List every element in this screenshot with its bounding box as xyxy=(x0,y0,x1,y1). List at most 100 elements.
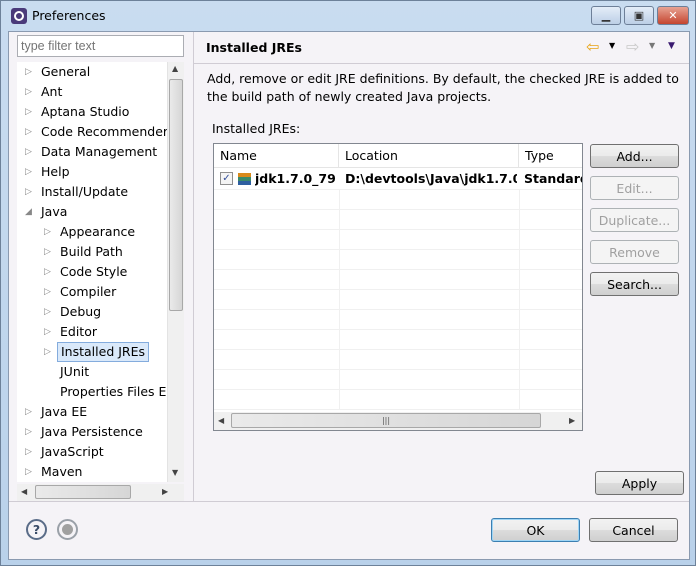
scroll-down-icon[interactable]: ▼ xyxy=(172,468,178,477)
tree-item[interactable]: Java xyxy=(41,202,67,222)
collapsed-twisty-icon[interactable]: ▷ xyxy=(25,87,32,97)
collapsed-twisty-icon[interactable]: ▷ xyxy=(44,247,51,257)
tree-vscroll-thumb[interactable] xyxy=(169,79,183,311)
maximize-button[interactable]: ▣ xyxy=(624,6,654,25)
back-arrow-icon[interactable]: ⇦ xyxy=(586,37,599,56)
tree-item[interactable]: General xyxy=(41,62,90,82)
tree-item[interactable]: Java Persistence xyxy=(41,422,143,442)
footer-separator xyxy=(9,501,689,502)
tree-item[interactable]: Code Recommenders xyxy=(41,122,175,142)
collapsed-twisty-icon[interactable]: ▷ xyxy=(44,307,51,317)
empty-table-row xyxy=(214,230,582,250)
preference-tree: ▷ General ▷ Ant ▷ Aptana Studio ▷ Code Recommen… xyxy=(17,62,184,482)
collapsed-twisty-icon[interactable]: ▷ xyxy=(44,287,51,297)
forward-arrow-icon[interactable]: ⇨ xyxy=(626,37,639,56)
tree-item[interactable]: Data Management xyxy=(41,142,157,162)
tree-item[interactable]: JUnit xyxy=(60,362,89,382)
empty-table-row xyxy=(214,290,582,310)
minimize-button[interactable]: ▁ xyxy=(591,6,621,25)
column-header-type[interactable]: Type xyxy=(519,144,582,168)
empty-table-row xyxy=(214,190,582,210)
column-header-location[interactable]: Location xyxy=(339,144,519,168)
page-description: Add, remove or edit JRE definitions. By … xyxy=(207,71,679,104)
duplicate-button[interactable]: Duplicate... xyxy=(590,208,679,232)
expanded-twisty-icon[interactable]: ◢ xyxy=(25,207,32,217)
tree-item[interactable]: Build Path xyxy=(60,242,123,262)
header-separator xyxy=(194,63,689,64)
tree-hscroll-thumb[interactable] xyxy=(35,485,131,499)
forward-dropdown-icon[interactable]: ▼ xyxy=(649,41,655,50)
add-button[interactable]: Add... xyxy=(590,144,679,168)
collapsed-twisty-icon[interactable]: ▷ xyxy=(25,427,32,437)
tree-item[interactable]: Code Style xyxy=(60,262,127,282)
empty-table-row xyxy=(214,270,582,290)
empty-table-row xyxy=(214,390,582,410)
table-label: Installed JREs: xyxy=(212,121,301,136)
tree-item[interactable]: Appearance xyxy=(60,222,135,242)
back-dropdown-icon[interactable]: ▼ xyxy=(609,41,615,50)
collapsed-twisty-icon[interactable]: ▷ xyxy=(44,267,51,277)
jre-location: D:\devtools\Java\jdk1.7.0... xyxy=(345,171,517,186)
collapsed-twisty-icon[interactable]: ▷ xyxy=(25,67,32,77)
table-horizontal-scrollbar[interactable]: ◀ ||| ▶ xyxy=(214,412,582,430)
tree-item[interactable]: Installed JREs xyxy=(57,342,150,362)
title-bar: Preferences ▁ ▣ ✕ xyxy=(1,1,695,31)
tree-item[interactable]: Compiler xyxy=(60,282,116,302)
tree-horizontal-scrollbar[interactable]: ◀ ▶ xyxy=(17,484,184,501)
tree-item[interactable]: Aptana Studio xyxy=(41,102,129,122)
remove-button[interactable]: Remove xyxy=(590,240,679,264)
preferences-window: Preferences ▁ ▣ ✕ ▷ General ▷ Ant ▷ Aptana St… xyxy=(0,0,696,566)
tree-item[interactable]: JavaScript xyxy=(41,442,104,462)
scroll-left-icon[interactable]: ◀ xyxy=(21,487,27,496)
tree-item[interactable]: Ant xyxy=(41,82,62,102)
scroll-left-icon[interactable]: ◀ xyxy=(218,416,224,425)
tree-item[interactable]: Help xyxy=(41,162,70,182)
table-hscroll-thumb[interactable]: ||| xyxy=(231,413,541,428)
collapsed-twisty-icon[interactable]: ▷ xyxy=(25,167,32,177)
scroll-up-icon[interactable]: ▲ xyxy=(172,64,178,73)
collapsed-twisty-icon[interactable]: ▷ xyxy=(25,187,32,197)
search-button[interactable]: Search... xyxy=(590,272,679,296)
collapsed-twisty-icon[interactable]: ▷ xyxy=(44,327,51,337)
tree-item[interactable]: Properties Files Ed xyxy=(60,382,174,402)
jre-library-icon xyxy=(238,173,251,185)
empty-table-row xyxy=(214,370,582,390)
tree-item[interactable]: Java EE xyxy=(41,402,87,422)
tree-item[interactable]: Maven xyxy=(41,462,82,482)
import-export-icon[interactable] xyxy=(57,519,78,540)
ok-button[interactable]: OK xyxy=(491,518,580,542)
tree-item[interactable]: Editor xyxy=(60,322,97,342)
column-header-name[interactable]: Name xyxy=(214,144,339,168)
table-row[interactable]: ✓ jdk1.7.0_79 ... D:\devtools\Java\jdk1.… xyxy=(214,168,582,190)
view-menu-icon[interactable]: ▼ xyxy=(668,41,675,51)
collapsed-twisty-icon[interactable]: ▷ xyxy=(44,227,51,237)
edit-button[interactable]: Edit... xyxy=(590,176,679,200)
help-icon[interactable]: ? xyxy=(26,519,47,540)
scroll-right-icon[interactable]: ▶ xyxy=(162,487,168,496)
apply-button[interactable]: Apply xyxy=(595,471,684,495)
empty-table-row xyxy=(214,250,582,270)
dialog-body: ▷ General ▷ Ant ▷ Aptana Studio ▷ Code Recommen… xyxy=(8,31,690,560)
collapsed-twisty-icon[interactable]: ▷ xyxy=(25,447,32,457)
eclipse-app-icon xyxy=(11,8,27,24)
tree-item[interactable]: Install/Update xyxy=(41,182,128,202)
page-title: Installed JREs xyxy=(206,40,303,55)
collapsed-twisty-icon[interactable]: ▷ xyxy=(25,467,32,477)
filter-input[interactable] xyxy=(17,35,184,57)
tree-item[interactable]: Debug xyxy=(60,302,101,322)
collapsed-twisty-icon[interactable]: ▷ xyxy=(44,347,51,357)
window-title: Preferences xyxy=(32,8,106,23)
collapsed-twisty-icon[interactable]: ▷ xyxy=(25,147,32,157)
jre-checkbox[interactable]: ✓ xyxy=(220,172,233,185)
empty-table-row xyxy=(214,210,582,230)
jre-name: jdk1.7.0_79 ... xyxy=(255,171,337,186)
sash-divider[interactable] xyxy=(193,32,194,502)
collapsed-twisty-icon[interactable]: ▷ xyxy=(25,127,32,137)
empty-table-row xyxy=(214,330,582,350)
scroll-right-icon[interactable]: ▶ xyxy=(569,416,575,425)
collapsed-twisty-icon[interactable]: ▷ xyxy=(25,407,32,417)
close-button[interactable]: ✕ xyxy=(657,6,689,25)
tree-vertical-scrollbar[interactable]: ▲ ▼ xyxy=(167,62,184,482)
collapsed-twisty-icon[interactable]: ▷ xyxy=(25,107,32,117)
cancel-button[interactable]: Cancel xyxy=(589,518,678,542)
